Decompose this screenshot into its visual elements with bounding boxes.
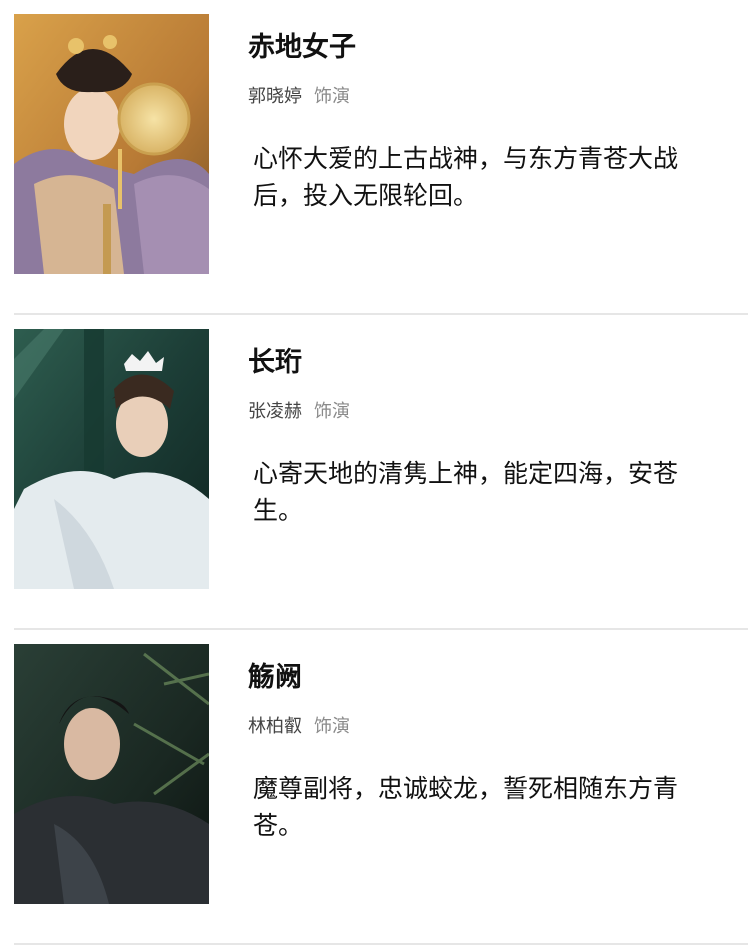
role-label: 饰演 [314, 401, 350, 422]
actor-credit: 林柏叡 饰演 [248, 714, 350, 740]
actor-credit: 张凌赫 饰演 [248, 399, 350, 425]
character-name: 觞阙 [248, 662, 302, 693]
character-description: 魔尊副将，忠诚蛟龙，誓死相随东方青苍。 [253, 774, 679, 840]
cast-item[interactable]: 觞阙 林柏叡 饰演 魔尊副将，忠诚蛟龙，誓死相随东方青苍。 [0, 630, 748, 945]
role-label: 饰演 [314, 716, 350, 737]
cast-list: 赤地女子 郭晓婷 饰演 心怀大爱的上古战神，与东方青苍大战后，投入无限轮回。 长… [0, 0, 748, 945]
actor-name-link[interactable]: 林柏叡 [248, 716, 302, 737]
actor-credit: 郭晓婷 饰演 [248, 84, 350, 110]
character-name: 长珩 [248, 347, 302, 378]
character-description: 心怀大爱的上古战神，与东方青苍大战后，投入无限轮回。 [253, 144, 679, 210]
cast-item[interactable]: 赤地女子 郭晓婷 饰演 心怀大爱的上古战神，与东方青苍大战后，投入无限轮回。 [0, 0, 748, 315]
character-portrait-image [14, 644, 209, 904]
role-label: 饰演 [314, 86, 350, 107]
character-portrait-image [14, 14, 209, 274]
character-name: 赤地女子 [248, 32, 356, 63]
cast-item[interactable]: 长珩 张凌赫 饰演 心寄天地的清隽上神，能定四海，安苍生。 [0, 315, 748, 630]
character-photo[interactable] [14, 644, 209, 904]
character-portrait-image [14, 329, 209, 589]
character-description: 心寄天地的清隽上神，能定四海，安苍生。 [253, 459, 679, 525]
actor-name-link[interactable]: 张凌赫 [248, 401, 302, 422]
actor-name-link[interactable]: 郭晓婷 [248, 86, 302, 107]
divider [14, 943, 748, 945]
character-photo[interactable] [14, 329, 209, 589]
character-photo[interactable] [14, 14, 209, 274]
